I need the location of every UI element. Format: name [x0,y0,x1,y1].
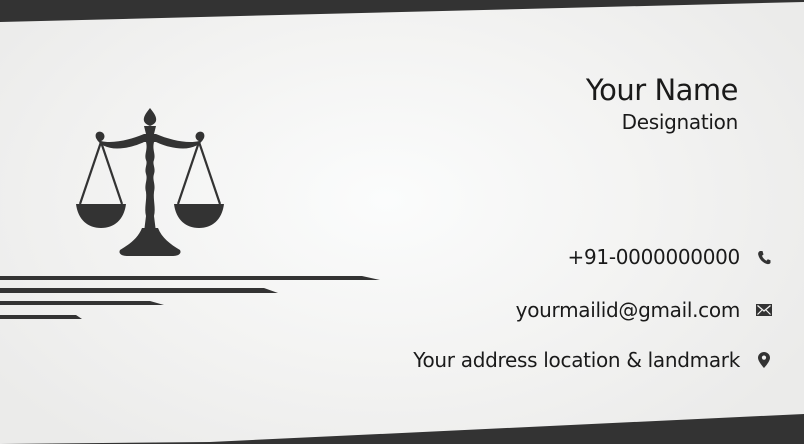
scales-of-justice-icon [76,108,224,256]
envelope-icon [754,300,774,320]
map-pin-icon [754,350,774,370]
person-name: Your Name [585,73,739,107]
top-band [0,0,804,22]
phone-row: +91-0000000000 [568,243,774,271]
business-card: Your Name Designation +91-0000000000 you… [0,0,804,444]
designation: Designation [621,110,739,134]
phone-icon [754,247,774,267]
email-row: yourmailid@gmail.com [516,296,774,324]
phone-number[interactable]: +91-0000000000 [568,245,741,269]
address-text: Your address location & landmark [413,348,740,372]
address-row: Your address location & landmark [413,346,774,374]
decorative-stripes [0,276,380,319]
email-address[interactable]: yourmailid@gmail.com [516,298,741,322]
bottom-band [0,414,804,444]
